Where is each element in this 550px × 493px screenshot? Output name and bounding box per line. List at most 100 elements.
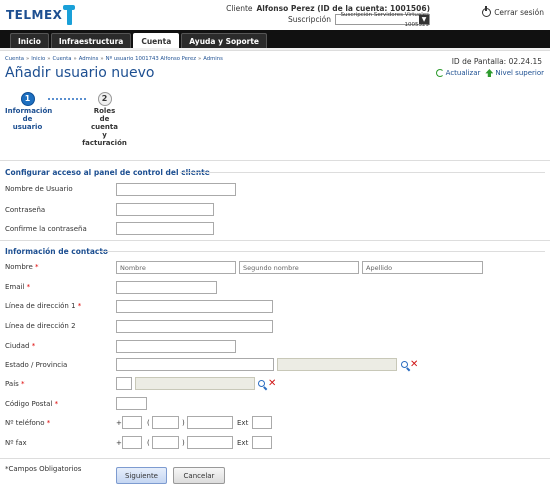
plus-sign: + [116, 439, 122, 447]
middle-name-field[interactable]: Segundo nombre [239, 261, 359, 274]
step-line: y [102, 131, 107, 139]
state-label: Estado / Provincia [5, 361, 68, 369]
country-code-field[interactable] [116, 377, 132, 390]
refresh-label: Actualizar [445, 69, 481, 77]
confirm-password-field[interactable] [116, 222, 214, 235]
address1-label: Línea de dirección 1 * [5, 302, 82, 310]
divider [0, 458, 550, 459]
logout-button[interactable]: Cerrar sesión [482, 6, 544, 17]
telmex-logo[interactable]: TELMEX [6, 4, 77, 26]
username-field[interactable] [116, 183, 236, 196]
arrow-up-icon [485, 69, 494, 77]
phone-ext-field[interactable] [252, 416, 272, 429]
confirm-password-label: Confirme la contraseña [5, 225, 87, 233]
breadcrumb-item[interactable]: Cuenta [53, 56, 72, 62]
step-line: Roles [93, 107, 116, 115]
postal-label: Código Postal * [5, 400, 59, 408]
username-label: Nombre de Usuario [5, 185, 73, 193]
step-connector [48, 98, 86, 100]
search-icon[interactable] [401, 361, 410, 370]
paren-close: ) [182, 439, 185, 447]
name-label: Nombre * [5, 263, 39, 271]
breadcrumb-item[interactable]: Cuenta [5, 56, 24, 62]
tab-infraestructura[interactable]: Infraestructura [50, 33, 132, 48]
next-button[interactable]: Siguiente [116, 467, 167, 484]
password-label: Contraseña [5, 206, 46, 214]
ext-label: Ext [237, 419, 249, 427]
city-label: Ciudad * [5, 342, 36, 350]
step-user-info: 1 Información de usuario [5, 92, 53, 131]
power-icon [482, 6, 492, 17]
tab-cuenta[interactable]: Cuenta [133, 33, 180, 48]
last-name-field[interactable]: Apellido [362, 261, 483, 274]
paren-open: ( [147, 439, 150, 447]
up-level-label: Nivel superior [495, 69, 544, 77]
password-field[interactable] [116, 203, 214, 216]
section-title-contact: Información de contacto [5, 247, 109, 256]
tab-ayuda-y-soporte[interactable]: Ayuda y Soporte [181, 33, 268, 48]
breadcrumb-separator: » [26, 56, 30, 62]
step-line: de [99, 115, 110, 123]
logout-label: Cerrar sesión [494, 8, 544, 17]
step-line: cuenta [91, 123, 118, 131]
required-note: *Campos Obligatorios [5, 465, 82, 473]
step-line: facturación [82, 139, 127, 147]
email-field[interactable] [116, 281, 217, 294]
breadcrumb-item[interactable]: Nº usuario 1001743 Alfonso Perez [106, 56, 196, 62]
logo-text: TELMEX [6, 8, 63, 22]
breadcrumb-item[interactable]: Admins [203, 56, 223, 62]
country-label: País * [5, 380, 25, 388]
breadcrumb-separator: » [198, 56, 202, 62]
breadcrumb: Cuenta» Inicio» Cuenta» Admins» Nº usuario 1… [5, 56, 223, 62]
fax-number-field[interactable] [187, 436, 233, 449]
client-label: Cliente [226, 4, 253, 13]
address2-label: Línea de dirección 2 [5, 322, 76, 330]
paren-close: ) [182, 419, 185, 427]
search-icon[interactable] [258, 380, 267, 389]
breadcrumb-item[interactable]: Inicio [31, 56, 45, 62]
clear-icon[interactable]: ✕ [410, 360, 418, 370]
nav-strip [0, 48, 550, 51]
state-field[interactable] [116, 358, 274, 371]
paren-open: ( [147, 419, 150, 427]
divider [0, 160, 550, 161]
breadcrumb-item[interactable]: Admins [79, 56, 99, 62]
breadcrumb-separator: » [73, 56, 77, 62]
breadcrumb-separator: » [100, 56, 104, 62]
address2-field[interactable] [116, 320, 273, 333]
subscription-value: Suscripción Servidores Virtuales 1005329 [340, 11, 429, 28]
country-lookup-field [135, 377, 255, 390]
up-level-link[interactable]: Nivel superior [485, 69, 544, 77]
step-number: 2 [97, 92, 112, 106]
main-nav: Inicio Infraestructura Cuenta Ayuda y Sopor… [0, 30, 550, 48]
cancel-button[interactable]: Cancelar [173, 467, 225, 484]
step-line: Información [5, 107, 53, 115]
step-line: usuario [12, 123, 43, 131]
plus-sign: + [116, 419, 122, 427]
top-links: Actualizar Nivel superior [435, 69, 544, 77]
fax-label: Nº fax [5, 439, 27, 447]
step-roles-billing: 2 Roles de cuenta y facturación [82, 92, 127, 147]
city-field[interactable] [116, 340, 236, 353]
screen-id: ID de Pantalla: 02.24.15 [451, 57, 542, 66]
divider [180, 172, 545, 173]
breadcrumb-separator: » [47, 56, 51, 62]
subscription-select[interactable]: Suscripción Servidores Virtuales 1005329… [335, 12, 430, 28]
refresh-icon [435, 69, 444, 77]
chevron-down-icon[interactable]: ▼ [419, 15, 429, 24]
phone-number-field[interactable] [187, 416, 233, 429]
clear-icon[interactable]: ✕ [268, 379, 276, 389]
phone-label: Nº teléfono * [5, 419, 51, 427]
fax-area-field[interactable] [152, 436, 179, 449]
fax-country-field[interactable] [122, 436, 142, 449]
fax-ext-field[interactable] [252, 436, 272, 449]
divider [0, 240, 550, 241]
phone-country-field[interactable] [122, 416, 142, 429]
phone-area-field[interactable] [152, 416, 179, 429]
tab-inicio[interactable]: Inicio [10, 33, 49, 48]
state-lookup-field [277, 358, 397, 371]
address1-field[interactable] [116, 300, 273, 313]
first-name-field[interactable]: Nombre [116, 261, 236, 274]
postal-field[interactable] [116, 397, 147, 410]
refresh-link[interactable]: Actualizar [435, 69, 481, 77]
